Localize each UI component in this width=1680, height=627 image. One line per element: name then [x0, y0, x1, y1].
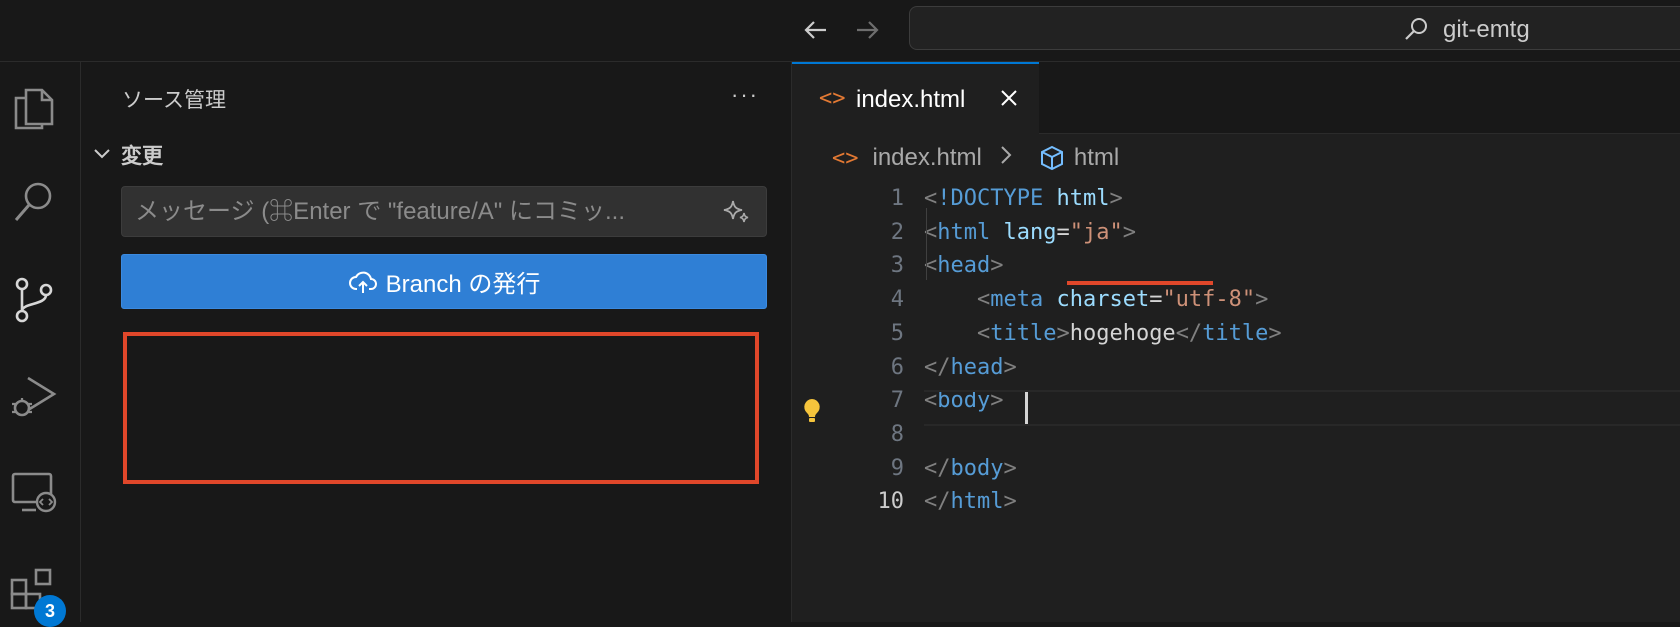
html-file-icon: <> — [832, 145, 859, 171]
code-token: > — [990, 253, 1004, 279]
search-icon — [1403, 16, 1429, 42]
code-token: </ — [1175, 320, 1203, 346]
code-token: </ — [924, 455, 951, 481]
back-arrow-icon[interactable] — [800, 14, 832, 46]
line-number: 1 — [890, 186, 904, 211]
title-bar: git-emtg — [0, 0, 1680, 62]
code-text: <head> — [924, 248, 1003, 284]
code-token: title — [990, 320, 1057, 346]
code-line[interactable]: 9 </body> — [792, 451, 1680, 487]
text-cursor — [1025, 392, 1028, 424]
code-token: > — [1003, 489, 1017, 515]
line-number: 4 — [890, 287, 904, 313]
lightbulb-icon[interactable] — [800, 397, 824, 425]
tab-index-html[interactable]: <> index.html — [792, 62, 1039, 134]
chevron-down-icon[interactable] — [91, 142, 113, 164]
indent-guide — [926, 208, 927, 280]
code-token: > — [1003, 455, 1017, 481]
line-number: 5 — [890, 320, 904, 346]
code-token: lang — [1003, 219, 1057, 245]
code-token: "ja" — [1069, 219, 1123, 245]
breadcrumb: <> index.html html — [832, 142, 1119, 174]
line-number: 6 — [890, 354, 904, 380]
publish-branch-button[interactable]: Branch の発行 — [121, 254, 767, 309]
code-token: body — [950, 455, 1004, 481]
activity-bar: 3 — [0, 62, 81, 627]
tab-label: index.html — [856, 86, 966, 113]
commit-message-input[interactable] — [121, 186, 767, 237]
line-number: 10 — [877, 489, 905, 515]
code-token: hogehoge — [1069, 320, 1176, 346]
code-text: <meta charset="utf-8"> — [924, 282, 1268, 318]
code-token: meta — [990, 287, 1044, 313]
code-token: = — [1149, 287, 1163, 313]
forward-arrow-icon[interactable] — [851, 14, 883, 46]
code-token: title — [1202, 320, 1269, 346]
extensions-badge: 3 — [34, 595, 66, 627]
code-token: !DOCTYPE — [937, 186, 1044, 211]
run-debug-icon[interactable] — [8, 370, 60, 422]
breadcrumb-symbol[interactable]: html — [1074, 144, 1119, 172]
explorer-files-icon[interactable] — [8, 82, 60, 134]
code-token: > — [1109, 186, 1123, 211]
symbol-cube-icon — [1040, 145, 1063, 171]
code-token: > — [1056, 320, 1070, 346]
code-text: <title>hogehoge</title> — [924, 316, 1282, 352]
source-control-panel: ソース管理 ··· 変更 Branch の発行 — [81, 62, 792, 622]
code-token: = — [1056, 219, 1070, 245]
code-token: "utf-8" — [1162, 287, 1256, 313]
search-icon[interactable] — [8, 176, 60, 228]
changes-section-title[interactable]: 変更 — [121, 140, 163, 170]
code-token: > — [1003, 354, 1017, 380]
code-token: charset — [1056, 287, 1150, 313]
line-number: 3 — [890, 253, 904, 279]
panel-title: ソース管理 — [122, 89, 226, 112]
more-actions-button[interactable]: ··· — [731, 82, 759, 108]
code-text: </html> — [924, 484, 1017, 520]
code-text: <!DOCTYPE html> — [924, 181, 1123, 217]
code-token: html — [1056, 186, 1110, 211]
highlight-underline — [1067, 281, 1213, 285]
code-token: </ — [924, 354, 951, 380]
code-token: html — [937, 219, 991, 245]
source-control-icon[interactable] — [8, 274, 60, 326]
line-number: 2 — [890, 219, 904, 245]
breadcrumb-file[interactable]: index.html — [873, 144, 982, 172]
code-token: </ — [924, 489, 951, 515]
code-token: < — [976, 287, 991, 313]
code-text: </head> — [924, 350, 1017, 386]
close-icon[interactable] — [997, 86, 1021, 110]
code-token: html — [950, 489, 1004, 515]
code-line[interactable]: 4 <meta charset="utf-8"> — [792, 282, 1680, 318]
code-token: > — [1255, 287, 1269, 313]
code-text: </body> — [924, 451, 1017, 487]
workspace-title: git-emtg — [1443, 16, 1530, 43]
highlight-box — [123, 332, 759, 484]
code-text: <html lang="ja"> — [924, 215, 1136, 251]
remote-explorer-icon[interactable] — [8, 466, 60, 518]
tab-strip: <> index.html — [792, 62, 1680, 134]
line-number: 9 — [890, 455, 904, 481]
command-center-search[interactable]: git-emtg — [909, 6, 1680, 50]
code-line[interactable]: 10 </html> — [792, 484, 1680, 520]
publish-branch-label: Branch の発行 — [385, 271, 541, 298]
current-line-highlight — [924, 390, 1680, 426]
code-token: > — [1268, 320, 1282, 346]
code-token: < — [976, 320, 991, 346]
code-token: head — [950, 354, 1004, 380]
code-line[interactable]: 5 <title>hogehoge</title> — [792, 316, 1680, 352]
chevron-right-icon — [992, 141, 1028, 176]
code-line[interactable]: 6 </head> — [792, 350, 1680, 386]
code-token: head — [937, 253, 991, 279]
code-token: > — [1122, 219, 1136, 245]
html-file-icon: <> — [819, 86, 846, 111]
sparkle-icon[interactable] — [721, 196, 751, 226]
editor-area: <> index.html <> index.html html 1 <!DOCT… — [792, 62, 1680, 622]
cloud-upload-icon — [348, 271, 377, 293]
